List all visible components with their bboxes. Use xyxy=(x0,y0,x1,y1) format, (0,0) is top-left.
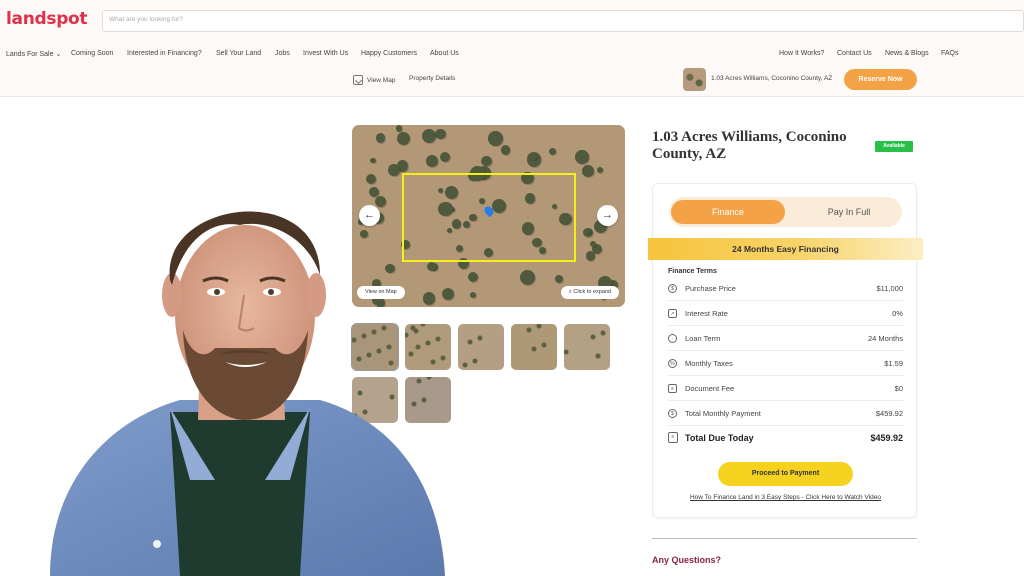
property-thumbnail xyxy=(683,68,706,91)
nav-news-blogs[interactable]: News & Blogs xyxy=(885,50,929,57)
property-title: 1.03 Acres Williams, Coconino County, AZ xyxy=(652,129,847,162)
tab-finance[interactable]: Finance xyxy=(671,200,785,224)
tree-canopy xyxy=(582,165,595,177)
tree-canopy xyxy=(481,155,492,167)
tree-canopy xyxy=(500,145,511,156)
nav-contact-us[interactable]: Contact Us xyxy=(837,50,872,57)
tree-canopy xyxy=(488,131,503,146)
dollar-icon: $ xyxy=(668,284,677,293)
tree-canopy xyxy=(435,128,446,140)
clock-icon: · xyxy=(668,334,677,343)
gallery-thumbnail[interactable] xyxy=(564,324,610,370)
tree-canopy xyxy=(548,148,557,156)
finance-row: · Loan Term 24 Months xyxy=(668,327,903,351)
tab-pay-in-full[interactable]: Pay In Full xyxy=(799,200,899,224)
tree-canopy xyxy=(468,271,479,282)
payment-type-toggle: Finance Pay In Full xyxy=(669,197,902,227)
financing-banner: 24 Months Easy Financing xyxy=(648,238,923,260)
finance-terms-title: Finance Terms xyxy=(668,268,717,275)
expand-label: Click to expand xyxy=(573,289,611,295)
finance-video-link[interactable]: How To Finance Land in 3 Easy Steps - Cl… xyxy=(653,494,918,501)
top-header: landspot What are you looking for? Lands… xyxy=(0,0,1024,97)
dollar-icon: $ xyxy=(668,409,677,418)
row-value: $459.92 xyxy=(875,409,903,418)
finance-row: $ Total Monthly Payment $459.92 xyxy=(668,402,903,426)
row-value: $1.59 xyxy=(884,359,903,368)
tree-canopy xyxy=(396,131,410,145)
tree-canopy xyxy=(520,270,536,286)
tree-canopy xyxy=(555,275,563,283)
tree-canopy xyxy=(375,133,386,143)
view-map-label: View Map xyxy=(367,76,396,84)
gallery-thumbnail[interactable] xyxy=(511,324,557,370)
property-label: 1.03 Acres Williams, Coconino County, AZ xyxy=(711,75,833,82)
chart-icon: ↗ xyxy=(668,309,677,318)
row-label: Interest Rate xyxy=(685,309,728,318)
tree-canopy xyxy=(395,125,402,132)
tree-canopy xyxy=(584,228,591,234)
row-value: 0% xyxy=(892,309,903,318)
receipt-icon: ≡ xyxy=(668,432,678,443)
section-divider xyxy=(652,538,917,539)
nav-how-it-works[interactable]: How It Works? xyxy=(779,50,824,57)
next-image-button[interactable]: → xyxy=(597,205,618,226)
tree-canopy xyxy=(469,292,476,299)
view-map-link[interactable]: View Map xyxy=(353,75,395,85)
tree-canopy xyxy=(388,164,400,176)
tree-canopy xyxy=(370,157,376,164)
row-value: $0 xyxy=(894,384,903,393)
tax-icon: % xyxy=(668,359,677,368)
nav-lands-for-sale[interactable]: Lands For Sale ⌄ xyxy=(6,50,61,58)
nav-invest-with-us[interactable]: Invest With Us xyxy=(303,50,348,57)
finance-row: % Monthly Taxes $1.59 xyxy=(668,352,903,376)
finance-row: ≡ Document Fee $0 xyxy=(668,377,903,401)
nav-sell-your-land[interactable]: Sell Your Land xyxy=(216,50,261,57)
tree-canopy xyxy=(597,166,604,173)
row-label: Purchase Price xyxy=(685,284,736,293)
nav-jobs[interactable]: Jobs xyxy=(275,50,290,57)
tree-canopy xyxy=(575,150,589,164)
total-due-row: ≡ Total Due Today $459.92 xyxy=(668,427,903,451)
row-label: Loan Term xyxy=(685,334,721,343)
reserve-now-button[interactable]: Reserve Now xyxy=(844,69,917,90)
total-value: $459.92 xyxy=(870,433,903,443)
chevron-down-icon: ⌄ xyxy=(55,51,62,58)
nav-about-us[interactable]: About Us xyxy=(430,50,459,57)
landspot-logo[interactable]: landspot xyxy=(6,9,88,29)
finance-row: $ Purchase Price $11,000 xyxy=(668,277,903,301)
row-label: Monthly Taxes xyxy=(685,359,733,368)
click-to-expand-button[interactable]: ⌕ Click to expand xyxy=(560,286,619,299)
property-details-link[interactable]: Property Details xyxy=(409,75,455,82)
nav-coming-soon[interactable]: Coming Soon xyxy=(71,50,113,57)
row-label: Total Monthly Payment xyxy=(685,409,761,418)
finance-row: ↗ Interest Rate 0% xyxy=(668,302,903,326)
map-icon xyxy=(353,75,363,85)
row-label: Document Fee xyxy=(685,384,735,393)
status-badge: Available xyxy=(875,141,913,152)
tree-canopy xyxy=(422,129,437,144)
tree-canopy xyxy=(439,151,451,163)
row-value: $11,000 xyxy=(876,284,903,293)
nav-happy-customers[interactable]: Happy Customers xyxy=(361,50,417,57)
gallery-thumbnail[interactable] xyxy=(458,324,504,370)
proceed-to-payment-button[interactable]: Proceed to Payment xyxy=(718,462,853,486)
tree-canopy xyxy=(426,154,439,167)
search-input[interactable]: What are you looking for? xyxy=(102,10,1024,32)
nav-financing[interactable]: Interested in Financing? xyxy=(127,50,202,57)
presenter-photo xyxy=(50,211,445,576)
nav-label: Lands For Sale xyxy=(6,51,54,58)
finance-card: Finance Pay In Full 24 Months Easy Finan… xyxy=(648,183,923,518)
row-value: 24 Months xyxy=(867,334,903,343)
any-questions-heading: Any Questions? xyxy=(652,555,722,565)
document-icon: ≡ xyxy=(668,384,677,393)
nav-faqs[interactable]: FAQs xyxy=(941,50,959,57)
total-label: Total Due Today xyxy=(685,433,754,443)
